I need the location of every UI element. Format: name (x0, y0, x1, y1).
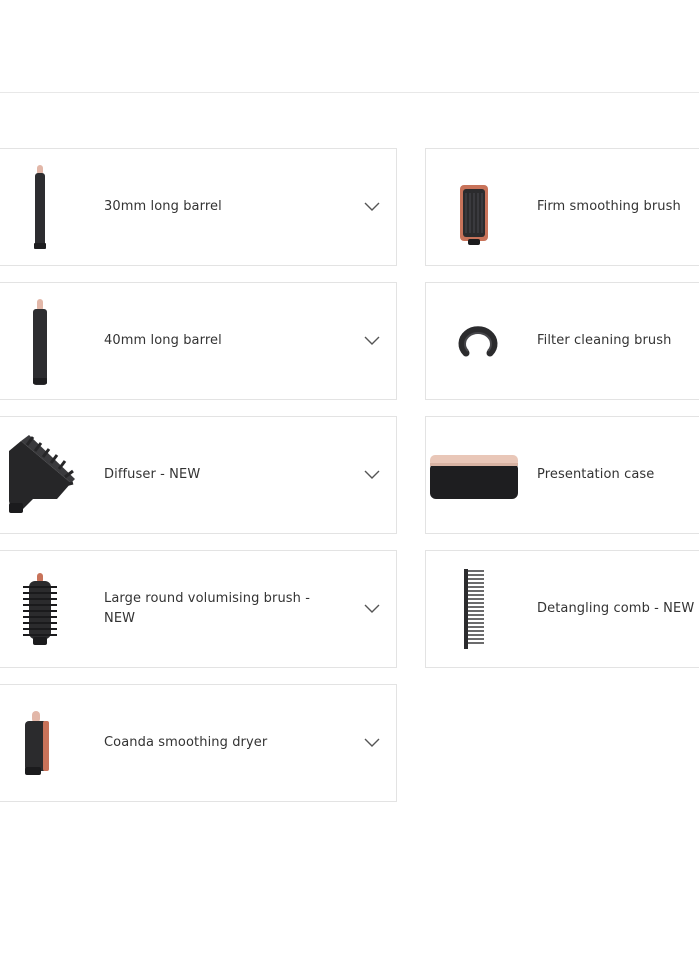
component-label: Presentation case (537, 467, 655, 482)
component-label: Detangling comb - NEW (537, 601, 695, 616)
chevron-down-icon[interactable] (364, 202, 380, 212)
long-barrel-icon (0, 149, 79, 265)
component-label: Diffuser - NEW (104, 467, 201, 482)
component-card-filter-cleaning-brush[interactable]: Filter cleaning brush (425, 282, 699, 400)
component-label: 30mm long barrel (104, 199, 222, 214)
component-label: Large round volumising brush - NEW (104, 591, 311, 626)
round-brush-icon (0, 551, 79, 667)
component-card-40mm-long-barrel[interactable]: 40mm long barrel (0, 282, 397, 400)
chevron-down-icon[interactable] (364, 470, 380, 480)
comb-icon (426, 551, 526, 667)
filter-brush-icon (426, 283, 526, 399)
chevron-down-icon[interactable] (364, 738, 380, 748)
chevron-down-icon[interactable] (364, 604, 380, 614)
component-card-30mm-long-barrel[interactable]: 30mm long barrel (0, 148, 397, 266)
long-barrel-icon (0, 283, 79, 399)
component-card-presentation-case[interactable]: Presentation case (425, 416, 699, 534)
diffuser-icon (0, 417, 79, 533)
component-label: Coanda smoothing dryer (104, 735, 268, 750)
component-card-coanda-smoothing-dryer[interactable]: Coanda smoothing dryer (0, 684, 397, 802)
smoothing-brush-icon (426, 149, 526, 265)
component-card-large-round-volumising-brush[interactable]: Large round volumising brush - NEW (0, 550, 397, 668)
component-card-diffuser[interactable]: Diffuser - NEW (0, 416, 397, 534)
component-label: Firm smoothing brush (537, 199, 681, 214)
component-card-firm-smoothing-brush[interactable]: Firm smoothing brush (425, 148, 699, 266)
top-divider (0, 92, 699, 93)
component-label: 40mm long barrel (104, 333, 222, 348)
component-card-detangling-comb[interactable]: Detangling comb - NEW (425, 550, 699, 668)
chevron-down-icon[interactable] (364, 336, 380, 346)
smoothing-dryer-icon (0, 685, 79, 801)
presentation-case-icon (426, 417, 526, 533)
component-label: Filter cleaning brush (537, 333, 672, 348)
